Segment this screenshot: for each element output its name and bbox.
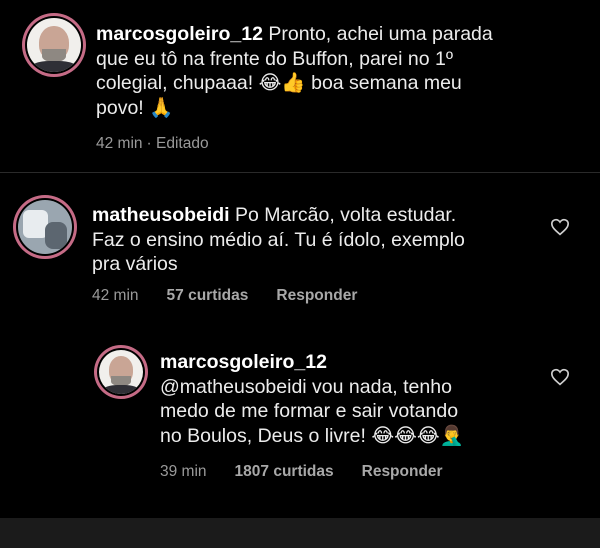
avatar[interactable] — [94, 345, 148, 399]
divider — [0, 172, 600, 173]
likes-count[interactable]: 57 curtidas — [167, 287, 249, 304]
avatar-photo — [99, 350, 143, 394]
reply-button[interactable]: Responder — [276, 287, 357, 304]
timestamp: 42 min — [92, 287, 139, 304]
comment-line: Pronto, achei uma parada — [268, 23, 493, 45]
comment-line: Faz o ensino médio aí. Tu é ídolo, exemp… — [92, 228, 465, 251]
bottom-bar — [0, 518, 600, 548]
username[interactable]: marcosgoleiro_12 — [160, 351, 327, 373]
comment-text: marcosgoleiro_12 @matheusobeidi vou nada… — [160, 350, 540, 448]
likes-count[interactable]: 1807 curtidas — [235, 463, 334, 480]
comment-line: medo de me formar e sair votando — [160, 400, 459, 422]
username[interactable]: matheusobeidi — [92, 204, 230, 226]
heart-outline-icon[interactable] — [550, 368, 570, 386]
comment-meta: 39 min 1807 curtidas Responder — [160, 463, 471, 481]
comment-line: povo! 🙏 — [96, 96, 174, 119]
comment-line: Po Marcão, volta estudar. — [235, 204, 457, 226]
comment-meta: 42 min · Editado — [96, 135, 237, 153]
comment-line: @matheusobeidi vou nada, tenho — [160, 375, 452, 398]
avatar[interactable] — [22, 13, 86, 77]
comment-meta: 42 min 57 curtidas Responder — [92, 287, 385, 305]
edited-label: · Editado — [146, 135, 209, 152]
comment-text: matheusobeidi Po Marcão, volta estudar. … — [92, 203, 542, 277]
comment-text: marcosgoleiro_12 Pronto, achei uma parad… — [96, 22, 566, 120]
avatar-photo — [18, 200, 72, 254]
comment-line: pra vários — [92, 253, 178, 275]
timestamp: 42 min — [96, 135, 143, 152]
username[interactable]: marcosgoleiro_12 — [96, 23, 263, 45]
heart-outline-icon[interactable] — [550, 218, 570, 236]
timestamp: 39 min — [160, 463, 207, 480]
comment-line: no Boulos, Deus o livre! 😂😂😂🤦‍♂️ — [160, 424, 464, 447]
comment-line: que eu tô na frente do Buffon, parei no … — [96, 47, 453, 70]
reply-button[interactable]: Responder — [362, 463, 443, 480]
avatar-photo — [27, 18, 81, 72]
avatar[interactable] — [13, 195, 77, 259]
comment-line: colegial, chupaaa! 😂👍 boa semana meu — [96, 72, 462, 94]
